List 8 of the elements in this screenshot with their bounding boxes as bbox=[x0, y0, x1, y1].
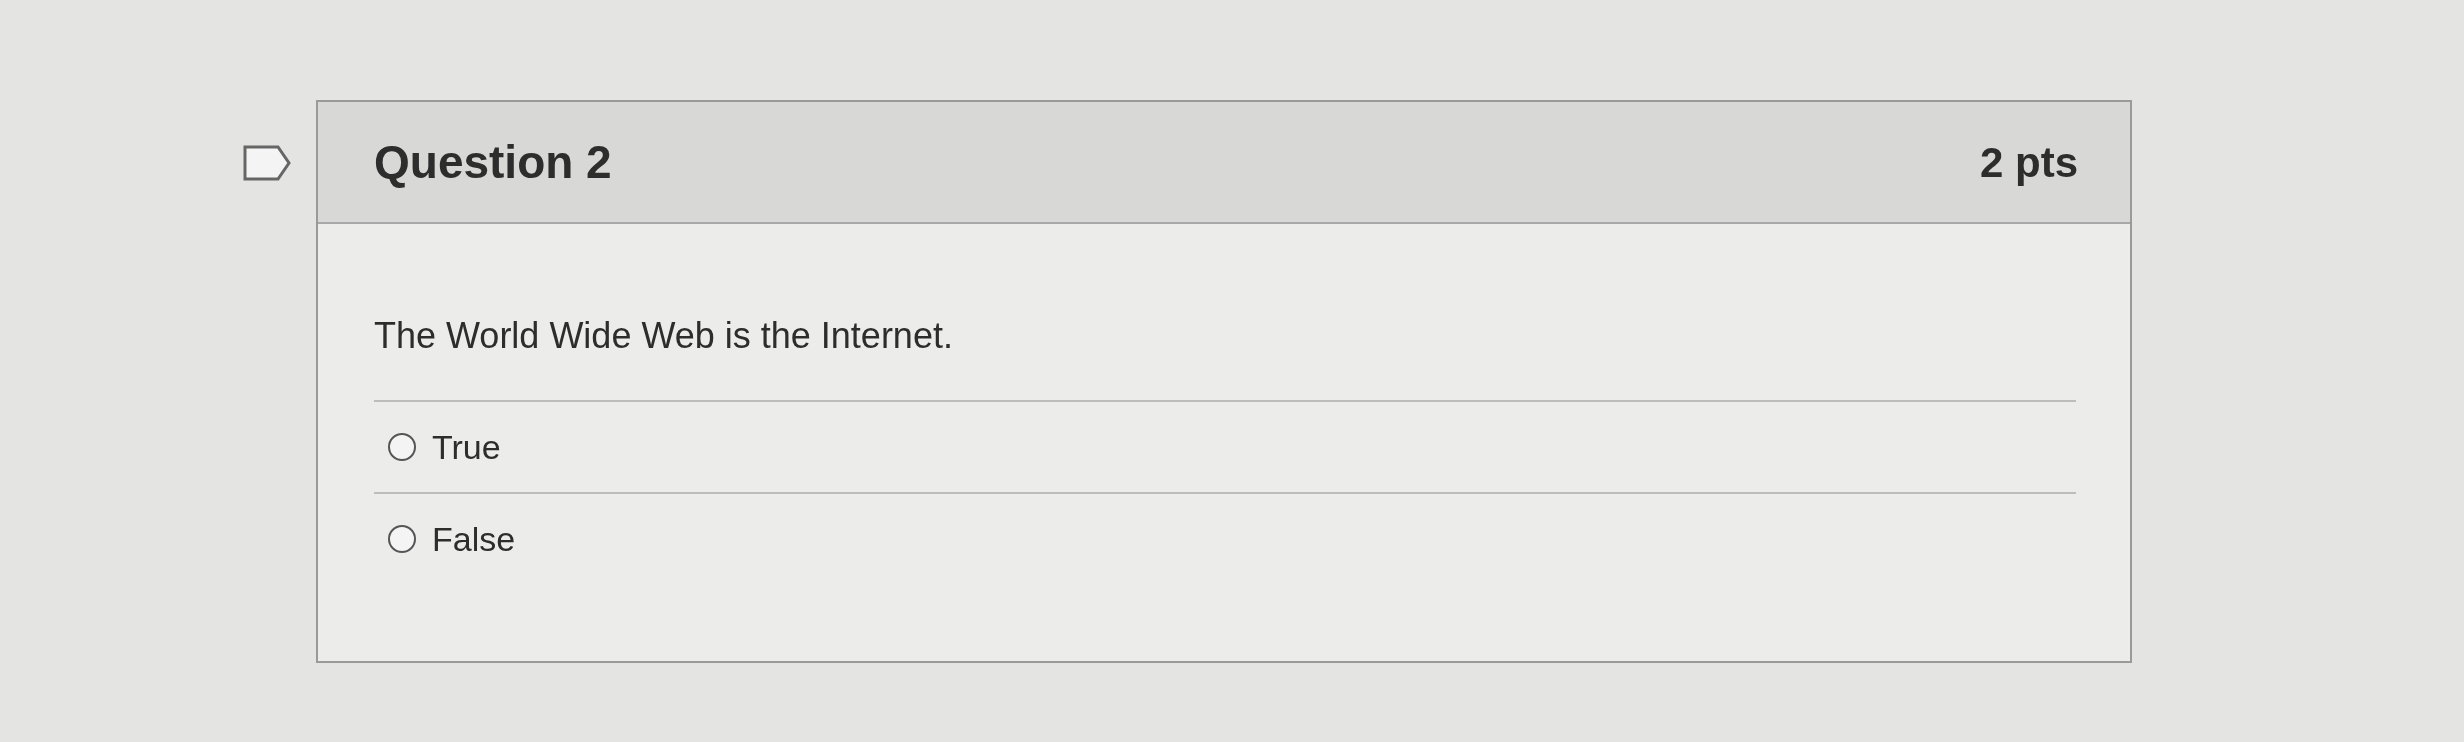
answer-label: False bbox=[432, 518, 516, 560]
flag-icon[interactable] bbox=[242, 144, 292, 182]
question-text: The World Wide Web is the Internet. bbox=[374, 314, 954, 358]
radio-button[interactable] bbox=[388, 525, 416, 553]
radio-button[interactable] bbox=[388, 433, 416, 461]
answer-label: True bbox=[432, 426, 501, 468]
points-label: 2 pts bbox=[1979, 137, 2078, 188]
question-title: Question 2 bbox=[374, 134, 612, 190]
